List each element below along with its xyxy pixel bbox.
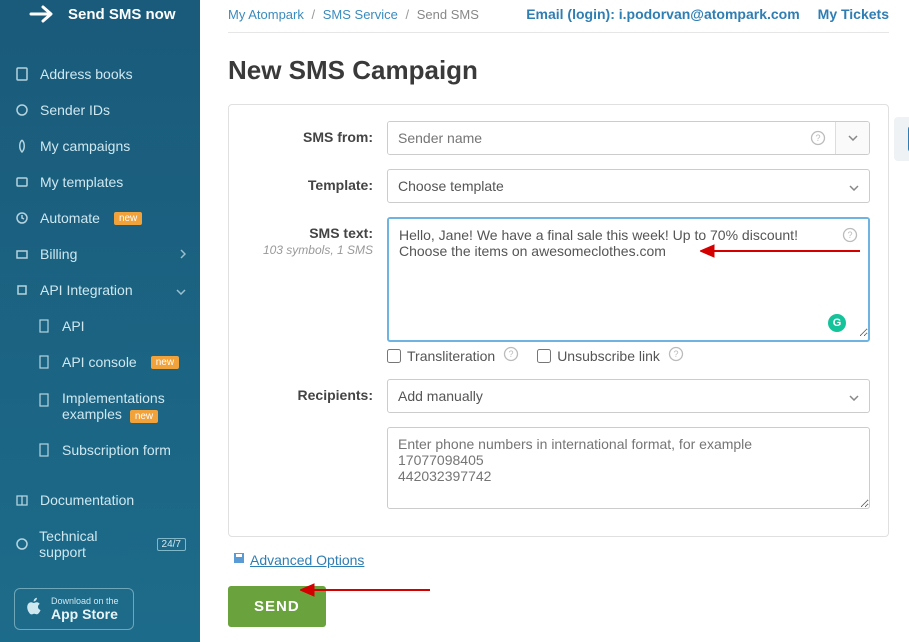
sidebar-item-my-campaigns[interactable]: My campaigns — [0, 128, 200, 164]
sms-text-counter: 103 symbols, 1 SMS — [247, 243, 373, 257]
form-card: SMS from: ? Template: Choose template SM — [228, 104, 889, 537]
doc-icon — [36, 354, 52, 370]
recipients-label: Recipients: — [247, 379, 387, 403]
unsubscribe-checkbox[interactable]: Unsubscribe link ? — [537, 346, 684, 365]
template-icon — [14, 174, 30, 190]
247-badge: 24/7 — [157, 538, 186, 551]
advanced-options-link[interactable]: Advanced Options — [232, 551, 364, 568]
svg-text:?: ? — [815, 133, 820, 143]
doc-icon — [36, 392, 52, 408]
sidebar-sub-implementations[interactable]: Implementations examples new — [0, 380, 200, 432]
chevron-down-icon — [176, 282, 186, 298]
api-icon — [14, 282, 30, 298]
campaign-icon — [14, 138, 30, 154]
new-badge: new — [114, 212, 142, 225]
sidebar-item-address-books[interactable]: Address books — [0, 56, 200, 92]
nav-label: Subscription form — [62, 442, 171, 458]
svg-text:?: ? — [673, 349, 678, 359]
save-icon — [232, 551, 246, 568]
appstore-small: Download on the — [51, 596, 119, 606]
sidebar-item-my-templates[interactable]: My templates — [0, 164, 200, 200]
phone-numbers-textarea[interactable] — [387, 427, 870, 509]
nav-label: API Integration — [40, 282, 133, 298]
breadcrumb: My Atompark / SMS Service / Send SMS — [228, 7, 479, 22]
chevron-down-icon — [849, 388, 859, 404]
nav-label: Billing — [40, 246, 77, 262]
page-title: New SMS Campaign — [228, 55, 889, 86]
nav-label: API console — [62, 354, 137, 370]
nav-label: API — [62, 318, 85, 334]
sms-text-wrap: ? G — [387, 217, 870, 342]
recipients-select[interactable]: Add manually — [387, 379, 870, 413]
breadcrumb-current: Send SMS — [417, 7, 479, 22]
phone-preview-button[interactable] — [894, 117, 909, 161]
sms-text-textarea[interactable] — [389, 219, 868, 337]
sidebar-item-api-integration[interactable]: API Integration — [0, 272, 200, 308]
help-icon[interactable]: ? — [842, 227, 858, 246]
send-sms-now-label: Send SMS now — [68, 6, 176, 23]
send-button[interactable]: SEND — [228, 586, 326, 627]
sidebar-item-automate[interactable]: Automate new — [0, 200, 200, 236]
nav-label: My templates — [40, 174, 123, 190]
topbar: My Atompark / SMS Service / Send SMS Ema… — [228, 0, 889, 33]
apple-icon — [25, 595, 43, 623]
clock-icon — [14, 210, 30, 226]
new-badge: new — [151, 356, 179, 369]
sidebar-item-documentation[interactable]: Documentation — [0, 482, 200, 518]
grammarly-icon[interactable]: G — [828, 314, 846, 332]
help-icon[interactable]: ? — [668, 346, 684, 365]
sidebar-sub-subscription-form[interactable]: Subscription form — [0, 432, 200, 468]
main-content: My Atompark / SMS Service / Send SMS Ema… — [200, 0, 909, 642]
nav-label: Technical support — [39, 528, 142, 560]
template-value: Choose template — [398, 178, 504, 194]
sms-from-input-group: ? — [387, 121, 870, 155]
text-options: Transliteration ? Unsubscribe link ? — [387, 342, 870, 365]
svg-text:?: ? — [847, 230, 852, 240]
sidebar: Send SMS now Address books Sender IDs My… — [0, 0, 200, 642]
sms-from-label: SMS from: — [247, 121, 387, 145]
breadcrumb-link[interactable]: SMS Service — [323, 7, 398, 22]
help-icon[interactable]: ? — [801, 122, 835, 154]
sms-text-label: SMS text: — [309, 225, 373, 241]
sms-from-input[interactable] — [388, 122, 801, 154]
new-badge: new — [130, 410, 158, 423]
nav-label: My campaigns — [40, 138, 130, 154]
support-icon — [14, 536, 29, 552]
template-select[interactable]: Choose template — [387, 169, 870, 203]
email-login-link[interactable]: Email (login): i.podorvan@atompark.com — [526, 6, 799, 22]
appstore-button[interactable]: Download on the App Store — [14, 588, 134, 630]
nav-label: Address books — [40, 66, 133, 82]
billing-icon — [14, 246, 30, 262]
transliteration-checkbox[interactable]: Transliteration ? — [387, 346, 519, 365]
book-open-icon — [14, 492, 30, 508]
dropdown-caret-icon[interactable] — [835, 122, 869, 154]
top-links: Email (login): i.podorvan@atompark.com M… — [526, 6, 889, 22]
my-tickets-link[interactable]: My Tickets — [818, 6, 889, 22]
chevron-right-icon — [180, 246, 186, 262]
arrow-right-icon — [28, 0, 56, 28]
nav-label: Automate — [40, 210, 100, 226]
doc-icon — [36, 318, 52, 334]
sidebar-item-support[interactable]: Technical support 24/7 — [0, 518, 200, 570]
breadcrumb-link[interactable]: My Atompark — [228, 7, 304, 22]
sidebar-item-sender-ids[interactable]: Sender IDs — [0, 92, 200, 128]
recipients-value: Add manually — [398, 388, 483, 404]
sidebar-item-billing[interactable]: Billing — [0, 236, 200, 272]
appstore-big: App Store — [51, 606, 118, 622]
sidebar-sub-api[interactable]: API — [0, 308, 200, 344]
template-label: Template: — [247, 169, 387, 193]
help-icon[interactable]: ? — [503, 346, 519, 365]
id-icon — [14, 102, 30, 118]
book-icon — [14, 66, 30, 82]
nav-label: Sender IDs — [40, 102, 110, 118]
svg-text:?: ? — [509, 349, 514, 359]
nav-label: Documentation — [40, 492, 134, 508]
send-sms-now-button[interactable]: Send SMS now — [0, 0, 200, 38]
chevron-down-icon — [849, 178, 859, 194]
sidebar-sub-api-console[interactable]: API console new — [0, 344, 200, 380]
doc-icon — [36, 442, 52, 458]
